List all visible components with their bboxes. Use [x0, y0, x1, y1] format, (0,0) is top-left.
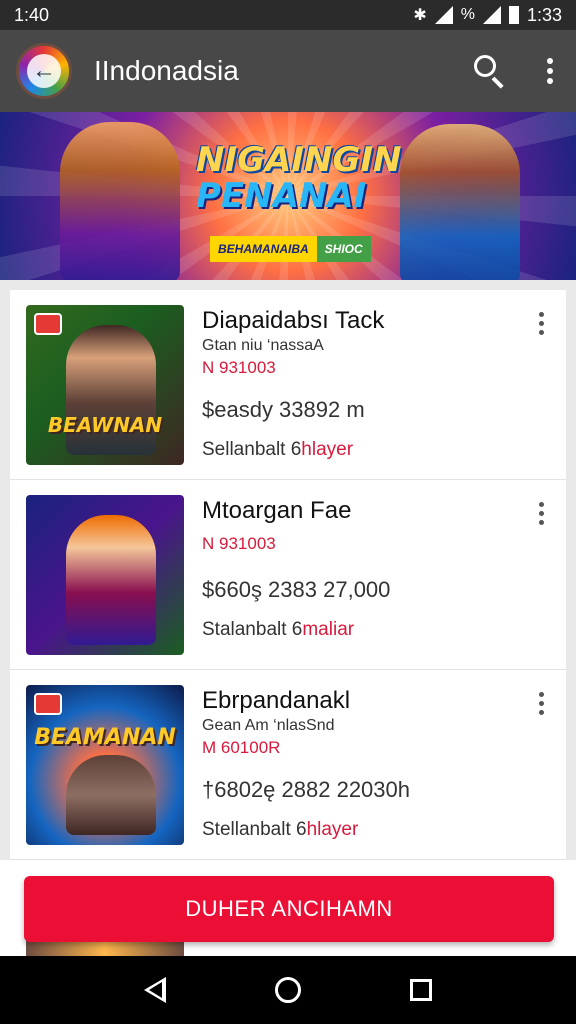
- promo-banner[interactable]: NIGAINGIN PENANAI BEHAMANAIBA SHIOC: [0, 112, 576, 280]
- item-price: $660ş 2383 27,000: [202, 577, 391, 602]
- item-price: $easdy 33892 m: [202, 397, 365, 422]
- cta-container: DUHER ANCIHAMN: [0, 860, 576, 956]
- wifi-icon: [434, 6, 453, 24]
- list-item[interactable]: BEAMANAN Ebrpandanakl Gean Am ‘nlasSnd M…: [10, 670, 566, 860]
- item-seller: Stalanbalt 6maliar: [202, 618, 516, 642]
- item-seller: Stellanbalt 6hlayer: [202, 818, 516, 842]
- status-icons: ✱ % 1:33: [413, 5, 562, 26]
- status-bar: 1:40 ✱ % 1:33: [0, 0, 576, 30]
- more-vert-icon[interactable]: [540, 58, 560, 84]
- item-seller-highlight: hlayer: [306, 819, 359, 840]
- item-seller-prefix: Sellanbalt 6: [202, 439, 302, 460]
- banner-hero-right: [400, 124, 520, 280]
- app-logo[interactable]: ←: [16, 43, 72, 99]
- list-item[interactable]: Mtoargan Fae N 931003 $660ş 2383 27,000 …: [10, 480, 566, 670]
- bluetooth-icon: ✱: [413, 7, 427, 24]
- product-list: BEAWNAN Diapaidabsı Tack Gtan niu ‘nassa…: [10, 290, 566, 860]
- battery-icon: [508, 6, 519, 24]
- banner-badge-left: BEHAMANAIBA: [210, 236, 317, 262]
- search-icon[interactable]: [470, 51, 510, 91]
- thumbnail-hero: [66, 515, 156, 645]
- item-title: Mtoargan Fae: [202, 497, 352, 524]
- data-icon: %: [460, 6, 475, 23]
- thumbnail-badge-icon: [34, 693, 62, 715]
- item-details: Mtoargan Fae N 931003 $660ş 2383 27,000 …: [202, 496, 516, 642]
- item-seller-highlight: maliar: [302, 619, 355, 640]
- item-subtitle: Gean Am ‘nlasSnd: [202, 717, 335, 734]
- next-item-peek: [26, 940, 184, 956]
- item-seller-prefix: Stellanbalt 6: [202, 819, 307, 840]
- list-item[interactable]: BEAWNAN Diapaidabsı Tack Gtan niu ‘nassa…: [10, 290, 566, 480]
- banner-badge: BEHAMANAIBA SHIOC: [210, 236, 371, 262]
- banner-badge-right: SHIOC: [316, 236, 371, 262]
- status-time-left: 1:40: [14, 4, 50, 25]
- system-nav-bar: [0, 956, 576, 1024]
- thumbnail-badge-icon: [34, 313, 62, 335]
- item-thumbnail[interactable]: BEAMANAN: [26, 685, 184, 845]
- thumbnail-text: BEAWNAN: [47, 413, 163, 437]
- status-time-right: 1:33: [526, 4, 562, 25]
- banner-title-line2: PENANAI: [196, 176, 367, 216]
- nav-home-icon[interactable]: [274, 977, 301, 1003]
- item-thumbnail[interactable]: [26, 495, 184, 655]
- banner-title: NIGAINGIN PENANAI: [196, 140, 402, 216]
- back-arrow-icon[interactable]: ←: [27, 54, 61, 88]
- item-code: N 931003: [202, 534, 276, 553]
- item-price: †6802ę 2882 22030h: [202, 777, 410, 802]
- item-code: N 931003: [202, 358, 276, 377]
- signal-icon: [482, 6, 501, 24]
- thumbnail-hero: [66, 755, 156, 835]
- item-seller-highlight: hlayer: [301, 439, 354, 460]
- nav-back-icon[interactable]: [144, 977, 167, 1003]
- item-subtitle: Gtan niu ‘nassaA: [202, 337, 324, 354]
- item-seller-prefix: Stalanbalt 6: [202, 619, 303, 640]
- item-more-icon[interactable]: [539, 692, 544, 715]
- item-code: M 60100R: [202, 738, 281, 757]
- item-more-icon[interactable]: [539, 502, 544, 525]
- banner-hero-left: [60, 122, 180, 280]
- primary-cta-button[interactable]: DUHER ANCIHAMN: [24, 876, 554, 942]
- thumbnail-text: BEAMANAN: [34, 725, 176, 750]
- item-details: Ebrpandanakl Gean Am ‘nlasSnd M 60100R †…: [202, 686, 516, 842]
- item-more-icon[interactable]: [539, 312, 544, 335]
- item-title: Ebrpandanakl: [202, 687, 351, 714]
- item-seller: Sellanbalt 6hlayer: [202, 438, 516, 462]
- app-bar: ← IIndonadsia: [0, 30, 576, 112]
- item-details: Diapaidabsı Tack Gtan niu ‘nassaA N 9310…: [202, 306, 516, 462]
- item-thumbnail[interactable]: BEAWNAN: [26, 305, 184, 465]
- item-title: Diapaidabsı Tack: [202, 307, 385, 334]
- app-title: IIndonadsia: [94, 55, 239, 86]
- banner-title-line1: NIGAINGIN: [196, 140, 402, 180]
- nav-recents-icon[interactable]: [409, 979, 432, 1001]
